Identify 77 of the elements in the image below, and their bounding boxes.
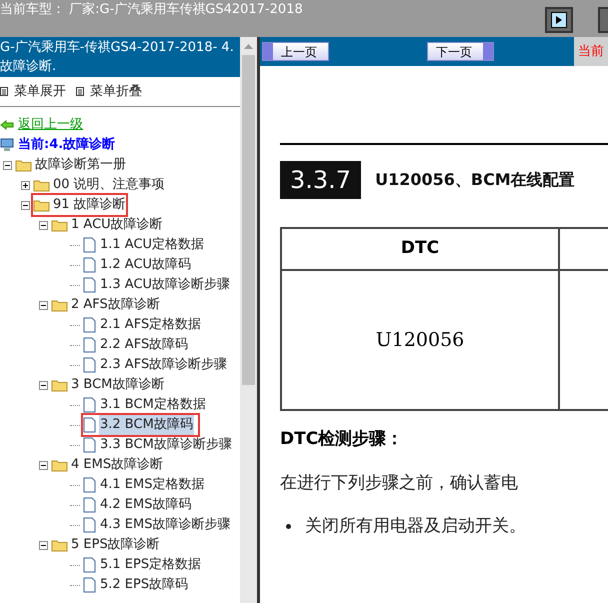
document-icon (83, 317, 96, 333)
tree-folder-label[interactable]: 故障诊断第一册 (35, 155, 126, 175)
tree-item[interactable]: 4.2 EMS故障码 (99, 495, 192, 515)
toggle-panel-button[interactable] (545, 7, 573, 33)
document-icon (83, 397, 96, 413)
document-icon (83, 437, 96, 453)
previous-page-button[interactable]: 上一页 (262, 42, 329, 61)
bullet-text: 关闭所有用电器及启动开关。 (305, 515, 526, 538)
tree-folder-label[interactable]: 1 ACU故障诊断 (71, 215, 163, 235)
tree-item[interactable]: 2.3 AFS故障诊断步骤 (99, 355, 228, 375)
tree-item[interactable]: 4.3 EMS故障诊断步骤 (99, 515, 232, 535)
collapse-toggle[interactable] (39, 540, 48, 550)
document-icon (83, 517, 96, 533)
folder-icon (51, 298, 69, 312)
folder-icon (33, 178, 51, 192)
collapse-toggle[interactable] (39, 220, 48, 230)
tree-item[interactable]: 5.1 EPS定格数据 (99, 555, 202, 575)
table-cell: U120056 (281, 270, 559, 410)
tree-item[interactable]: 5.2 EPS故障码 (99, 575, 190, 595)
folder-icon (51, 458, 69, 472)
tree-item[interactable]: 2.2 AFS故障码 (99, 335, 190, 355)
back-link[interactable]: 返回上一级 (18, 115, 83, 135)
document-icon (83, 277, 96, 293)
collapse-toggle[interactable] (39, 460, 48, 470)
folder-icon (33, 198, 51, 212)
folder-icon (51, 218, 69, 232)
menu-action-link[interactable]: 菜单折叠 (90, 82, 142, 102)
tree-item[interactable]: 4.1 EMS定格数据 (99, 475, 206, 495)
document-icon (83, 237, 96, 253)
scrollbar-thumb[interactable] (242, 55, 255, 385)
computer-icon (0, 138, 14, 152)
tree-item[interactable]: 3.3 BCM故障诊断步骤 (99, 435, 233, 455)
document-icon (83, 477, 96, 493)
back-arrow-icon (0, 120, 14, 130)
arrow-right-icon (555, 15, 563, 25)
tree-item[interactable]: 1.3 ACU故障诊断步骤 (99, 275, 232, 295)
tree-folder-label[interactable]: 91 故障诊断 (53, 195, 126, 215)
tree-item[interactable]: 2.1 AFS定格数据 (99, 315, 202, 335)
document-icon (83, 497, 96, 513)
document-icon (83, 257, 96, 273)
tree-folder-label[interactable]: 5 EPS故障诊断 (71, 535, 160, 555)
bullet-icon (286, 524, 291, 530)
next-page-button[interactable]: 下一页 (427, 42, 494, 61)
document-icon (83, 557, 96, 573)
tree-folder-label[interactable]: 2 AFS故障诊断 (71, 295, 160, 315)
folder-icon (15, 158, 33, 172)
menu-icon (76, 87, 84, 96)
section-number: 3.3.7 (280, 161, 362, 199)
current-location: 当前:4.故障诊断 (18, 136, 116, 154)
expand-toggle[interactable] (21, 180, 30, 190)
document-icon (83, 417, 96, 433)
document-icon (83, 577, 96, 593)
tree-item[interactable]: 3.2 BCM故障码 (99, 415, 194, 435)
document-icon (83, 357, 96, 373)
tree-item[interactable]: 3.1 BCM定格数据 (99, 395, 207, 415)
vehicle-title: 当前车型： 厂家:G-广汽乘用车传祺GS42017-2018 (0, 1, 303, 18)
paragraph: 在进行下列步骤之前，确认蓄电 (280, 472, 519, 494)
tree-folder-label[interactable]: 00 说明、注意事项 (53, 175, 165, 195)
tree-folder-label[interactable]: 3 BCM故障诊断 (71, 375, 164, 395)
tree-item[interactable]: 1.1 ACU定格数据 (99, 235, 206, 255)
current-page-label: 当前 (574, 37, 608, 66)
collapse-toggle[interactable] (3, 160, 12, 170)
collapse-toggle[interactable] (39, 300, 48, 310)
subheading: DTC检测步骤： (280, 428, 404, 451)
sidebar-header: G-广汽乘用车-传祺GS4-2017-2018- 4.故障诊断. (0, 37, 240, 77)
section-title: U120056、BCM在线配置 (375, 169, 575, 191)
folder-icon (51, 378, 69, 392)
collapse-toggle[interactable] (21, 200, 30, 210)
document-icon (83, 337, 96, 353)
scrollbar[interactable] (240, 37, 257, 603)
menu-action-link[interactable]: 菜单展开 (14, 82, 66, 102)
table-header: DTC (281, 228, 559, 270)
folder-icon (51, 538, 69, 552)
collapse-toggle[interactable] (39, 380, 48, 390)
menu-icon (0, 87, 8, 96)
tree-folder-label[interactable]: 4 EMS故障诊断 (71, 455, 164, 475)
tree-item[interactable]: 1.2 ACU故障码 (99, 255, 192, 275)
